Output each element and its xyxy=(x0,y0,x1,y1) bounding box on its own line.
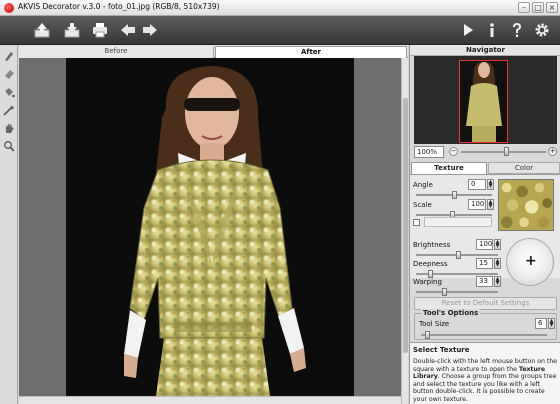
warping-label: Warping xyxy=(413,278,442,286)
light-position-marker[interactable]: + xyxy=(525,253,537,269)
light-direction-sphere[interactable]: + xyxy=(506,238,554,286)
decorated-photo xyxy=(66,58,354,396)
zoom-controls: 100% − + xyxy=(414,146,557,159)
angle-label: Angle xyxy=(413,181,433,189)
zoom-out-button[interactable]: − xyxy=(449,147,458,156)
tab-after[interactable]: After xyxy=(215,46,407,58)
angle-spinner[interactable]: ▲ ▼ xyxy=(487,179,494,190)
scale-input[interactable]: 100 xyxy=(468,199,486,210)
brightness-input[interactable]: 100 xyxy=(476,239,493,250)
scroll-thumb[interactable] xyxy=(403,98,408,353)
zoom-in-button[interactable]: + xyxy=(548,147,557,156)
help-title: Select Texture xyxy=(413,346,470,354)
redo-arrow-icon[interactable] xyxy=(140,21,160,39)
scale-label: Scale xyxy=(413,201,432,209)
horizontal-scrollbar[interactable] xyxy=(19,396,401,404)
main-toolbar xyxy=(0,16,560,45)
warping-slider-track[interactable] xyxy=(416,291,498,293)
warping-input[interactable]: 33 xyxy=(476,276,493,287)
tool-size-label: Tool Size xyxy=(419,320,450,328)
navigator-preview[interactable] xyxy=(414,56,557,144)
brightness-label: Brightness xyxy=(413,241,451,249)
deepness-spinner[interactable]: ▲ ▼ xyxy=(494,258,501,269)
deepness-slider-knob[interactable] xyxy=(428,270,433,278)
help-panel: Select Texture Double-click with the lef… xyxy=(410,342,560,404)
minimize-button[interactable]: – xyxy=(518,2,530,13)
deepness-label: Deepness xyxy=(413,260,448,268)
window-title: AKVIS Decorator v.3.0 - foto_01.jpg (RGB… xyxy=(18,2,220,11)
brightness-spinner[interactable]: ▲ ▼ xyxy=(494,239,501,250)
navigator-title: Navigator xyxy=(410,45,560,56)
angle-slider-knob[interactable] xyxy=(452,191,457,199)
view-tabs: Before After xyxy=(19,45,408,58)
tool-size-spinner[interactable]: ▲ ▼ xyxy=(548,318,555,329)
texture-option-field[interactable] xyxy=(424,217,492,227)
tool-size-slider-track[interactable] xyxy=(421,334,547,336)
info-icon[interactable] xyxy=(482,21,502,39)
tool-size-slider-knob[interactable] xyxy=(425,331,430,339)
hand-tool-icon[interactable] xyxy=(2,121,16,135)
tool-size-input[interactable]: 6 xyxy=(535,318,547,329)
brightness-slider-knob[interactable] xyxy=(456,251,461,259)
warping-slider-knob[interactable] xyxy=(442,288,447,296)
help-icon[interactable] xyxy=(507,21,527,39)
angle-input[interactable]: 0 xyxy=(468,179,486,190)
tools-panel xyxy=(0,45,18,404)
texture-swatch[interactable] xyxy=(498,179,554,231)
image-canvas[interactable] xyxy=(19,58,401,404)
bucket-tool-icon[interactable] xyxy=(2,85,16,99)
zoom-slider-knob[interactable] xyxy=(504,147,509,156)
app-logo-icon xyxy=(4,3,14,13)
tab-texture[interactable]: Texture xyxy=(411,162,487,174)
tool-options-group: Tool's Options Tool Size 6 ▲ ▼ xyxy=(414,309,557,340)
save-image-icon[interactable] xyxy=(62,21,82,39)
maximize-button[interactable]: □ xyxy=(532,2,544,13)
brush-tool-icon[interactable] xyxy=(2,49,16,63)
tab-color[interactable]: Color xyxy=(488,162,560,174)
texture-option-checkbox[interactable] xyxy=(413,219,420,226)
tool-options-title: Tool's Options xyxy=(421,309,481,317)
open-image-icon[interactable] xyxy=(32,21,52,39)
print-icon[interactable] xyxy=(90,21,110,39)
deepness-input[interactable]: 15 xyxy=(476,258,493,269)
zoom-select[interactable]: 100% xyxy=(414,146,444,158)
run-icon[interactable] xyxy=(458,21,478,39)
zoom-tool-icon[interactable] xyxy=(2,139,16,153)
title-bar: AKVIS Decorator v.3.0 - foto_01.jpg (RGB… xyxy=(0,0,560,16)
undo-arrow-icon[interactable] xyxy=(118,21,138,39)
vertical-scrollbar[interactable] xyxy=(401,58,408,404)
scale-spinner[interactable]: ▲ ▼ xyxy=(487,199,494,210)
eraser-tool-icon[interactable] xyxy=(2,67,16,81)
magic-wand-icon[interactable] xyxy=(2,103,16,117)
settings-icon[interactable] xyxy=(532,21,552,39)
panel-tabs: Texture Color xyxy=(410,162,560,174)
close-button[interactable]: × xyxy=(546,2,558,13)
help-text: Double-click with the left mouse button … xyxy=(413,358,558,404)
navigator-view-frame[interactable] xyxy=(459,60,508,143)
tab-before[interactable]: Before xyxy=(19,46,214,58)
warping-spinner[interactable]: ▲ ▼ xyxy=(494,276,501,287)
settings-panel: Navigator 100% − + Texture Color Angle 0… xyxy=(409,45,560,404)
